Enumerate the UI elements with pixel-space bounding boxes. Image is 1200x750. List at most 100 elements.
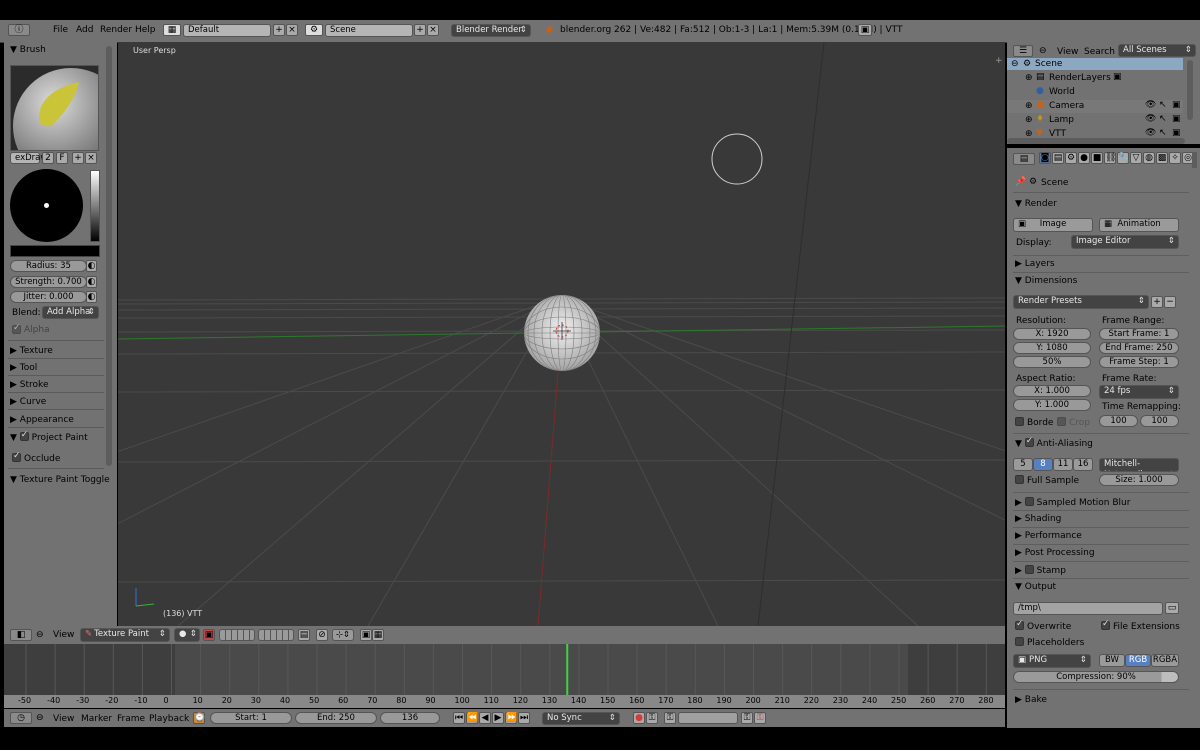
timeline[interactable]: -50 -40 -30 -20 -10 0 10 20 30 40 50 60 70 80 90 100 110… (4, 644, 1005, 708)
aspect-x-field[interactable]: X: 1.000 (1013, 385, 1091, 397)
aspect-y-field[interactable]: Y: 1.000 (1013, 399, 1091, 411)
bake-panel-header[interactable]: ▶ Bake (1015, 695, 1047, 705)
appearance-panel-header[interactable]: ▶ Appearance (10, 415, 74, 425)
visibility-eye-icon[interactable]: 👁 (1145, 100, 1156, 110)
shading-panel-header[interactable]: ▶ Shading (1015, 514, 1061, 524)
pin-icon[interactable]: 📌 (1015, 177, 1026, 187)
jump-end-icon[interactable]: ⏭ (518, 712, 530, 724)
full-sample-checkbox[interactable] (1015, 475, 1024, 484)
play-icon[interactable]: ▶ (492, 712, 504, 724)
editor-type-icon[interactable]: ⓘ (8, 24, 30, 36)
render-animation-button[interactable]: ▦ Animation (1099, 218, 1179, 232)
motion-blur-checkbox[interactable] (1024, 497, 1034, 506)
interaction-mode-select[interactable]: ✎ Texture Paint ⇕ (80, 628, 170, 642)
renderlayer-tab-icon[interactable]: ▤ (1052, 152, 1064, 164)
time-remap-new-field[interactable]: 100 (1140, 415, 1179, 427)
timeline-marker-menu[interactable]: Marker (81, 714, 112, 724)
outliner-row-world[interactable]: ● World (1007, 86, 1183, 99)
aa-samples-11[interactable]: 11 (1053, 458, 1073, 471)
outliner-view-menu[interactable]: View (1057, 47, 1078, 57)
add-brush-icon[interactable]: + (72, 152, 84, 164)
aa-size-field[interactable]: Size: 1.000 (1099, 474, 1179, 486)
expand-icon[interactable]: ⊕ (1025, 129, 1033, 138)
outliner-row-renderlayers[interactable]: ⊕ ▤ RenderLayers ▣ (1007, 72, 1183, 85)
delete-keyframe-icon[interactable]: ⚿ (754, 712, 766, 724)
expand-icon[interactable]: ⊕ (1025, 115, 1033, 125)
frame-step-field[interactable]: Frame Step: 1 (1099, 356, 1179, 368)
material-tab-icon[interactable]: ◍ (1143, 152, 1155, 164)
sync-mode-select[interactable]: No Sync ⇕ (542, 712, 620, 725)
opengl-render-image-icon[interactable]: ▣ (360, 629, 372, 641)
motion-blur-panel-header[interactable]: ▶ Sampled Motion Blur (1015, 497, 1130, 508)
timeline-frame-menu[interactable]: Frame (117, 714, 145, 724)
placeholders-checkbox[interactable] (1015, 637, 1024, 646)
file-format-select[interactable]: ▣ PNG ⇕ (1013, 654, 1091, 668)
anti-aliasing-checkbox[interactable] (1024, 436, 1034, 447)
snap-icon[interactable]: ⊘ (316, 629, 328, 641)
aa-samples-8[interactable]: 8 (1033, 458, 1053, 471)
resolution-x-field[interactable]: X: 1920 (1013, 328, 1091, 340)
border-checkbox[interactable] (1015, 417, 1024, 426)
constraints-tab-icon[interactable]: ⛓ (1104, 152, 1116, 164)
renderable-icon[interactable]: ▣ (1172, 114, 1181, 124)
selectable-arrow-icon[interactable]: ↖ (1159, 114, 1167, 124)
outliner-row-camera[interactable]: ⊕ ■ Camera 👁 ↖ ▣ (1007, 100, 1183, 113)
texture-tab-icon[interactable]: ▩ (1156, 152, 1168, 164)
viewport-shading-select[interactable]: ● ⇕ (174, 628, 200, 642)
performance-panel-header[interactable]: ▶ Performance (1015, 531, 1082, 541)
crop-checkbox[interactable] (1057, 417, 1066, 426)
outliner-scrollbar[interactable] (1187, 60, 1193, 120)
brush-panel-header[interactable]: ▼ Brush (10, 45, 46, 55)
remove-brush-icon[interactable]: × (85, 152, 97, 164)
color-wheel[interactable] (10, 169, 83, 242)
active-keying-set-icon[interactable]: ⚿ (664, 712, 676, 724)
preview-range-icon[interactable]: ⌚ (193, 712, 205, 724)
layer-buttons-group-1[interactable] (219, 629, 255, 641)
viewport-editor-type-icon[interactable]: ◧ (10, 629, 32, 641)
occlude-checkbox[interactable] (12, 451, 21, 462)
remove-screen-icon[interactable]: × (286, 24, 298, 36)
stamp-panel-header[interactable]: ▶ Stamp (1015, 565, 1066, 576)
time-remap-old-field[interactable]: 100 (1099, 415, 1138, 427)
render-tab-icon[interactable]: ◙ (1039, 152, 1051, 164)
timeline-playback-menu[interactable]: Playback (149, 714, 189, 724)
remove-scene-icon[interactable]: × (427, 24, 439, 36)
strength-pressure-icon[interactable]: ◐ (86, 276, 97, 288)
outliner-editor-type-icon[interactable]: ☰ (1013, 45, 1033, 57)
menu-render[interactable]: Render (100, 25, 132, 35)
end-frame-field[interactable]: End Frame: 250 (1099, 342, 1179, 354)
viewport-view-menu[interactable]: View (53, 630, 74, 640)
viewport-menu-toggle-icon[interactable]: ⊖ (36, 630, 44, 640)
add-screen-icon[interactable]: + (273, 24, 285, 36)
world-tab-icon[interactable]: ● (1078, 152, 1090, 164)
aa-samples-5[interactable]: 5 (1013, 458, 1033, 471)
properties-editor-type-icon[interactable]: ▤ (1013, 153, 1035, 165)
file-extensions-checkbox[interactable] (1101, 619, 1110, 630)
output-path-field[interactable]: /tmp\ (1013, 602, 1163, 615)
display-select[interactable]: Image Editor ⇕ (1071, 235, 1179, 249)
data-tab-icon[interactable]: ▽ (1130, 152, 1142, 164)
outliner-hscrollbar[interactable] (1007, 138, 1185, 144)
overwrite-checkbox[interactable] (1015, 619, 1024, 630)
current-frame-field[interactable]: 136 (380, 712, 440, 724)
radius-slider[interactable]: Radius: 35 (10, 260, 87, 272)
add-scene-icon[interactable]: + (414, 24, 426, 36)
file-browser-icon[interactable]: ▭ (1165, 602, 1179, 614)
collapse-icon[interactable]: ⊖ (1011, 59, 1019, 69)
brush-fake-user-button[interactable]: F (56, 152, 68, 164)
selectable-arrow-icon[interactable]: ↖ (1159, 128, 1167, 138)
stroke-panel-header[interactable]: ▶ Stroke (10, 380, 48, 390)
modifiers-tab-icon[interactable]: 🔧 (1117, 152, 1129, 164)
resolution-percentage-field[interactable]: 50% (1013, 356, 1091, 368)
blend-select[interactable]: Add Alpha ⇕ (42, 306, 99, 319)
layers-panel-header[interactable]: ▶ Layers (1015, 259, 1055, 269)
resolution-y-field[interactable]: Y: 1080 (1013, 342, 1091, 354)
jitter-slider[interactable]: Jitter: 0.000 (10, 291, 87, 303)
strength-slider[interactable]: Strength: 0.700 (10, 276, 87, 288)
outliner-row-vtt[interactable]: ⊕ ▼ VTT 👁 ↖ ▣ (1007, 128, 1183, 138)
screen-layout-field[interactable]: Default (183, 24, 271, 37)
left-panel-scrollbar[interactable] (106, 46, 112, 466)
outliner-row-scene[interactable]: ⊖ ⚙ Scene (1007, 58, 1183, 70)
layer-buttons-group-2[interactable] (258, 629, 294, 641)
dimensions-panel-header[interactable]: ▼ Dimensions (1015, 276, 1077, 286)
